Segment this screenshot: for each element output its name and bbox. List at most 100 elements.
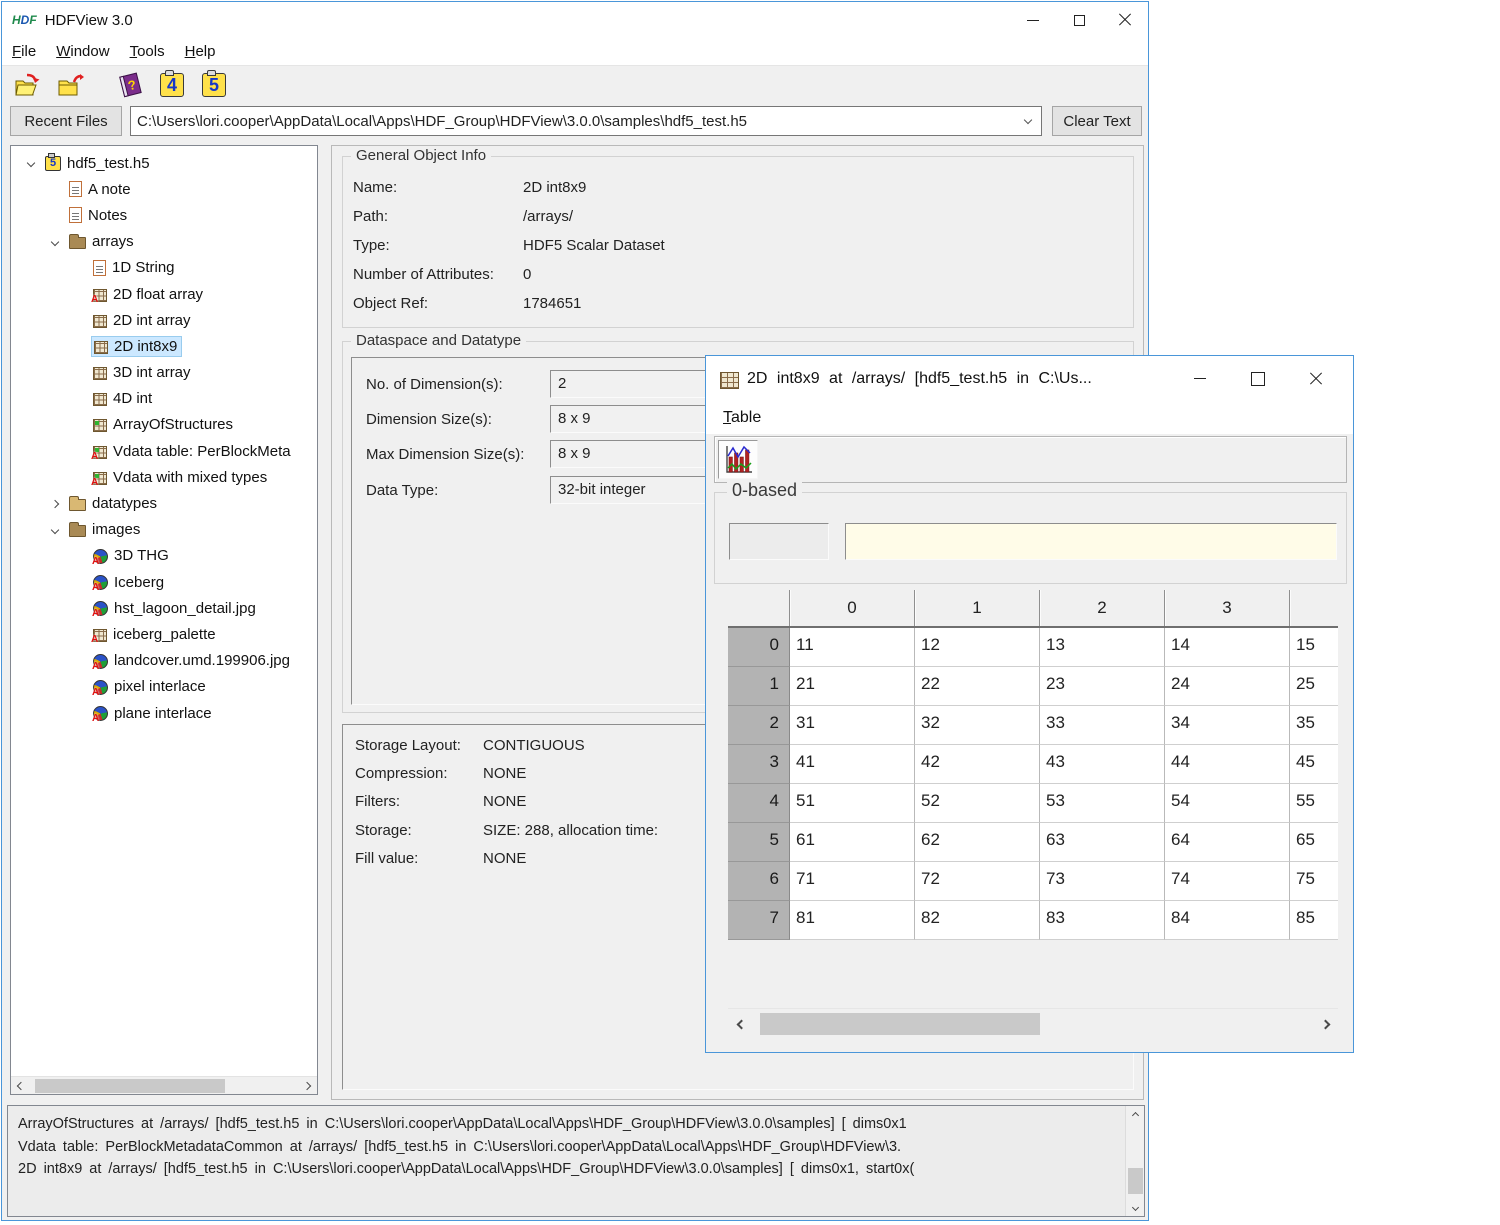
row-header[interactable]: 4: [728, 784, 790, 823]
column-header[interactable]: 0: [790, 590, 915, 626]
table-cell[interactable]: 81: [790, 901, 915, 940]
menu-tools[interactable]: Tools: [120, 41, 175, 62]
help-book-icon[interactable]: ?: [114, 70, 146, 100]
tree-item-pixel-interlace[interactable]: pixel interlace: [11, 674, 317, 700]
tree-item-2d-float-array[interactable]: 2D float array: [11, 281, 317, 307]
table-cell[interactable]: 21: [790, 667, 915, 706]
row-header[interactable]: 5: [728, 823, 790, 862]
scroll-left-icon[interactable]: [11, 1083, 31, 1089]
table-cell[interactable]: 42: [915, 745, 1040, 784]
table-cell[interactable]: 14: [1165, 628, 1290, 667]
table-cell[interactable]: 65: [1290, 823, 1338, 862]
column-header[interactable]: 1: [915, 590, 1040, 626]
close-file-icon[interactable]: [54, 70, 86, 100]
table-cell[interactable]: 25: [1290, 667, 1338, 706]
table-cell[interactable]: 41: [790, 745, 915, 784]
tree-item-a-note[interactable]: A note: [11, 176, 317, 202]
tree-item-vdata-table[interactable]: Vdata table: PerBlockMeta: [11, 438, 317, 464]
table-cell[interactable]: 85: [1290, 901, 1338, 940]
table-cell[interactable]: 75: [1290, 862, 1338, 901]
column-header[interactable]: 3: [1165, 590, 1290, 626]
file-path-combobox[interactable]: C:\Users\lori.cooper\AppData\Local\Apps\…: [130, 106, 1042, 136]
table-cell[interactable]: 22: [915, 667, 1040, 706]
table-cell[interactable]: 52: [915, 784, 1040, 823]
tree-item-landcover[interactable]: landcover.umd.199906.jpg: [11, 648, 317, 674]
table-cell[interactable]: 31: [790, 706, 915, 745]
table-cell[interactable]: 74: [1165, 862, 1290, 901]
table-cell[interactable]: 51: [790, 784, 915, 823]
tree-item-vdata-mixed[interactable]: Vdata with mixed types: [11, 464, 317, 490]
row-header[interactable]: 3: [728, 745, 790, 784]
minimize-button[interactable]: [1010, 2, 1056, 38]
cell-value-field[interactable]: [845, 523, 1337, 560]
chevron-expanded-icon[interactable]: [19, 160, 43, 166]
chevron-collapsed-icon[interactable]: [43, 501, 67, 507]
table-cell[interactable]: 62: [915, 823, 1040, 862]
table-cell[interactable]: 43: [1040, 745, 1165, 784]
tree-item-hst-lagoon[interactable]: hst_lagoon_detail.jpg: [11, 595, 317, 621]
hdf4-icon[interactable]: [156, 70, 188, 100]
scroll-right-icon[interactable]: [297, 1083, 317, 1089]
menu-window[interactable]: Window: [46, 41, 119, 62]
table-cell[interactable]: 63: [1040, 823, 1165, 862]
scroll-left-icon[interactable]: [728, 1009, 754, 1039]
chevron-down-icon[interactable]: [1015, 120, 1041, 123]
tree-item-hdf5-test-h5[interactable]: hdf5_test.h5: [11, 150, 317, 176]
tree-item-iceberg[interactable]: Iceberg: [11, 569, 317, 595]
tree-item-plane-interlace[interactable]: plane interlace: [11, 700, 317, 726]
table-cell[interactable]: 34: [1165, 706, 1290, 745]
cell-reference-field[interactable]: [729, 523, 829, 560]
close-button[interactable]: [1287, 356, 1345, 401]
tree-item-4d-int[interactable]: 4D int: [11, 386, 317, 412]
table-cell[interactable]: 72: [915, 862, 1040, 901]
tree-item-1d-string[interactable]: 1D String: [11, 255, 317, 281]
table-cell[interactable]: 44: [1165, 745, 1290, 784]
column-header[interactable]: [1290, 590, 1338, 626]
table-cell[interactable]: 73: [1040, 862, 1165, 901]
clear-text-button[interactable]: Clear Text: [1052, 106, 1142, 136]
tree-item-2d-int-array[interactable]: 2D int array: [11, 307, 317, 333]
table-cell[interactable]: 53: [1040, 784, 1165, 823]
log-vertical-scrollbar[interactable]: [1125, 1106, 1144, 1216]
tree-item-datatypes[interactable]: datatypes: [11, 490, 317, 516]
tree-item-iceberg-palette[interactable]: iceberg_palette: [11, 621, 317, 647]
row-header[interactable]: 2: [728, 706, 790, 745]
tree-item-3d-int-array[interactable]: 3D int array: [11, 360, 317, 386]
table-cell[interactable]: 54: [1165, 784, 1290, 823]
maximize-button[interactable]: [1229, 356, 1287, 401]
table-cell[interactable]: 13: [1040, 628, 1165, 667]
menu-table[interactable]: Table: [706, 407, 778, 429]
table-cell[interactable]: 84: [1165, 901, 1290, 940]
table-horizontal-scrollbar[interactable]: [728, 1008, 1338, 1038]
recent-files-button[interactable]: Recent Files: [10, 106, 122, 136]
row-header[interactable]: 0: [728, 628, 790, 667]
table-cell[interactable]: 33: [1040, 706, 1165, 745]
table-cell[interactable]: 64: [1165, 823, 1290, 862]
menu-file[interactable]: File: [2, 41, 46, 62]
line-chart-icon[interactable]: [718, 440, 758, 479]
table-cell[interactable]: 15: [1290, 628, 1338, 667]
table-cell[interactable]: 32: [915, 706, 1040, 745]
scroll-down-icon[interactable]: [1126, 1198, 1145, 1216]
open-file-icon[interactable]: [12, 70, 44, 100]
maximize-button[interactable]: [1056, 2, 1102, 38]
tree-item-images[interactable]: images: [11, 517, 317, 543]
tree-item-arrayofstructures[interactable]: ArrayOfStructures: [11, 412, 317, 438]
scrollbar-thumb[interactable]: [1128, 1168, 1143, 1194]
table-cell[interactable]: 23: [1040, 667, 1165, 706]
menu-help[interactable]: Help: [175, 41, 226, 62]
scrollbar-thumb[interactable]: [35, 1079, 225, 1093]
chevron-expanded-icon[interactable]: [43, 527, 67, 533]
table-cell[interactable]: 61: [790, 823, 915, 862]
table-cell[interactable]: 71: [790, 862, 915, 901]
tree-item-3d-thg[interactable]: 3D THG: [11, 543, 317, 569]
row-header[interactable]: 7: [728, 901, 790, 940]
table-cell[interactable]: 83: [1040, 901, 1165, 940]
corner-header-cell[interactable]: [728, 590, 790, 626]
row-header[interactable]: 6: [728, 862, 790, 901]
column-header[interactable]: 2: [1040, 590, 1165, 626]
tree-horizontal-scrollbar[interactable]: [11, 1076, 317, 1094]
tree-item-2d-int8x9[interactable]: 2D int8x9: [11, 333, 317, 359]
table-cell[interactable]: 45: [1290, 745, 1338, 784]
table-cell[interactable]: 55: [1290, 784, 1338, 823]
